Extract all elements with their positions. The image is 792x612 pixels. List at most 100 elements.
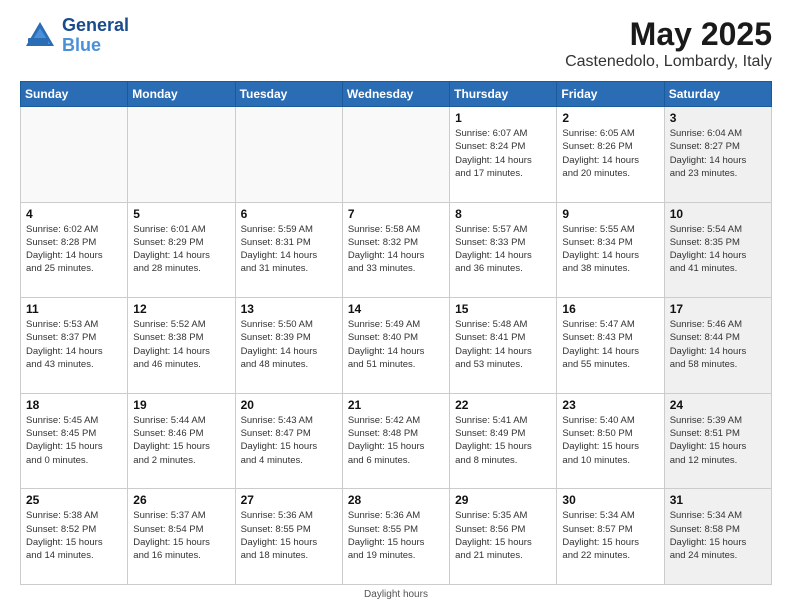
day-number: 21 [348, 398, 444, 412]
day-info: Sunrise: 6:07 AM Sunset: 8:24 PM Dayligh… [455, 127, 551, 180]
day-number: 1 [455, 111, 551, 125]
day-number: 12 [133, 302, 229, 316]
location-title: Castenedolo, Lombardy, Italy [565, 53, 772, 71]
calendar-cell: 3Sunrise: 6:04 AM Sunset: 8:27 PM Daylig… [664, 107, 771, 203]
day-info: Sunrise: 5:42 AM Sunset: 8:48 PM Dayligh… [348, 414, 444, 467]
day-info: Sunrise: 5:47 AM Sunset: 8:43 PM Dayligh… [562, 318, 658, 371]
day-number: 28 [348, 493, 444, 507]
title-block: May 2025 Castenedolo, Lombardy, Italy [565, 16, 772, 71]
day-number: 18 [26, 398, 122, 412]
day-info: Sunrise: 5:41 AM Sunset: 8:49 PM Dayligh… [455, 414, 551, 467]
day-info: Sunrise: 6:02 AM Sunset: 8:28 PM Dayligh… [26, 223, 122, 276]
day-number: 16 [562, 302, 658, 316]
day-number: 27 [241, 493, 337, 507]
calendar-cell: 17Sunrise: 5:46 AM Sunset: 8:44 PM Dayli… [664, 298, 771, 394]
calendar-cell: 1 Sunrise: 6:07 AM Sunset: 8:24 PM Daylig… [450, 107, 557, 203]
day-number: 2 [562, 111, 658, 125]
calendar-cell: 26 Sunrise: 5:37 AM Sunset: 8:54 PM Dayli… [128, 489, 235, 585]
day-number: 20 [241, 398, 337, 412]
calendar-cell [128, 107, 235, 203]
calendar-cell: 12Sunrise: 5:52 AM Sunset: 8:38 PM Dayli… [128, 298, 235, 394]
calendar-cell: 29 Sunrise: 5:35 AM Sunset: 8:56 PM Dayli… [450, 489, 557, 585]
day-info: Sunrise: 5:37 AM Sunset: 8:54 PM Dayligh… [133, 509, 229, 562]
week-row-3: 18 Sunrise: 5:45 AM Sunset: 8:45 PM Dayli… [21, 393, 772, 489]
logo-text: General Blue [62, 16, 129, 56]
day-number: 4 [26, 207, 122, 221]
week-row-0: 1 Sunrise: 6:07 AM Sunset: 8:24 PM Daylig… [21, 107, 772, 203]
logo-line1: General [62, 16, 129, 36]
calendar-cell: 19Sunrise: 5:44 AM Sunset: 8:46 PM Dayli… [128, 393, 235, 489]
calendar-cell [342, 107, 449, 203]
calendar-cell: 14 Sunrise: 5:49 AM Sunset: 8:40 PM Dayli… [342, 298, 449, 394]
calendar-cell: 8 Sunrise: 5:57 AM Sunset: 8:33 PM Daylig… [450, 202, 557, 298]
day-header-thursday: Thursday [450, 82, 557, 107]
day-info: Sunrise: 5:49 AM Sunset: 8:40 PM Dayligh… [348, 318, 444, 371]
day-number: 5 [133, 207, 229, 221]
day-number: 26 [133, 493, 229, 507]
day-number: 23 [562, 398, 658, 412]
day-info: Sunrise: 5:54 AM Sunset: 8:35 PM Dayligh… [670, 223, 766, 276]
calendar-cell: 20Sunrise: 5:43 AM Sunset: 8:47 PM Dayli… [235, 393, 342, 489]
day-info: Sunrise: 5:58 AM Sunset: 8:32 PM Dayligh… [348, 223, 444, 276]
day-number: 11 [26, 302, 122, 316]
day-number: 7 [348, 207, 444, 221]
calendar-cell: 23 Sunrise: 5:40 AM Sunset: 8:50 PM Dayli… [557, 393, 664, 489]
day-info: Sunrise: 5:46 AM Sunset: 8:44 PM Dayligh… [670, 318, 766, 371]
day-number: 10 [670, 207, 766, 221]
calendar-header-row: SundayMondayTuesdayWednesdayThursdayFrid… [21, 82, 772, 107]
day-number: 14 [348, 302, 444, 316]
calendar-cell: 5 Sunrise: 6:01 AM Sunset: 8:29 PM Daylig… [128, 202, 235, 298]
calendar-cell: 15Sunrise: 5:48 AM Sunset: 8:41 PM Dayli… [450, 298, 557, 394]
day-number: 9 [562, 207, 658, 221]
day-info: Sunrise: 5:39 AM Sunset: 8:51 PM Dayligh… [670, 414, 766, 467]
calendar-cell: 31 Sunrise: 5:34 AM Sunset: 8:58 PM Dayli… [664, 489, 771, 585]
day-info: Sunrise: 5:35 AM Sunset: 8:56 PM Dayligh… [455, 509, 551, 562]
calendar-cell: 4 Sunrise: 6:02 AM Sunset: 8:28 PM Daylig… [21, 202, 128, 298]
day-info: Sunrise: 6:01 AM Sunset: 8:29 PM Dayligh… [133, 223, 229, 276]
page: General Blue May 2025 Castenedolo, Lomba… [0, 0, 792, 612]
day-info: Sunrise: 6:05 AM Sunset: 8:26 PM Dayligh… [562, 127, 658, 180]
day-number: 29 [455, 493, 551, 507]
calendar-cell: 25 Sunrise: 5:38 AM Sunset: 8:52 PM Dayli… [21, 489, 128, 585]
footer-note: Daylight hours [20, 589, 772, 600]
day-info: Sunrise: 5:59 AM Sunset: 8:31 PM Dayligh… [241, 223, 337, 276]
day-info: Sunrise: 5:36 AM Sunset: 8:55 PM Dayligh… [348, 509, 444, 562]
day-info: Sunrise: 5:38 AM Sunset: 8:52 PM Dayligh… [26, 509, 122, 562]
calendar-cell: 2 Sunrise: 6:05 AM Sunset: 8:26 PM Daylig… [557, 107, 664, 203]
calendar-cell: 7 Sunrise: 5:58 AM Sunset: 8:32 PM Daylig… [342, 202, 449, 298]
calendar-cell: 21 Sunrise: 5:42 AM Sunset: 8:48 PM Dayli… [342, 393, 449, 489]
day-number: 25 [26, 493, 122, 507]
calendar-cell [235, 107, 342, 203]
header: General Blue May 2025 Castenedolo, Lomba… [20, 16, 772, 71]
day-header-friday: Friday [557, 82, 664, 107]
calendar-cell: 9Sunrise: 5:55 AM Sunset: 8:34 PM Daylig… [557, 202, 664, 298]
day-info: Sunrise: 5:34 AM Sunset: 8:57 PM Dayligh… [562, 509, 658, 562]
day-header-tuesday: Tuesday [235, 82, 342, 107]
day-number: 24 [670, 398, 766, 412]
week-row-4: 25 Sunrise: 5:38 AM Sunset: 8:52 PM Dayli… [21, 489, 772, 585]
calendar: SundayMondayTuesdayWednesdayThursdayFrid… [20, 81, 772, 585]
day-header-monday: Monday [128, 82, 235, 107]
calendar-cell: 28 Sunrise: 5:36 AM Sunset: 8:55 PM Dayli… [342, 489, 449, 585]
day-number: 19 [133, 398, 229, 412]
logo-line2: Blue [62, 36, 129, 56]
month-title: May 2025 [565, 16, 772, 53]
day-info: Sunrise: 5:40 AM Sunset: 8:50 PM Dayligh… [562, 414, 658, 467]
calendar-cell [21, 107, 128, 203]
calendar-cell: 11Sunrise: 5:53 AM Sunset: 8:37 PM Dayli… [21, 298, 128, 394]
calendar-cell: 24 Sunrise: 5:39 AM Sunset: 8:51 PM Dayli… [664, 393, 771, 489]
calendar-cell: 10 Sunrise: 5:54 AM Sunset: 8:35 PM Dayli… [664, 202, 771, 298]
day-info: Sunrise: 5:36 AM Sunset: 8:55 PM Dayligh… [241, 509, 337, 562]
day-info: Sunrise: 5:34 AM Sunset: 8:58 PM Dayligh… [670, 509, 766, 562]
day-number: 31 [670, 493, 766, 507]
day-number: 22 [455, 398, 551, 412]
day-info: Sunrise: 5:57 AM Sunset: 8:33 PM Dayligh… [455, 223, 551, 276]
calendar-cell: 27 Sunrise: 5:36 AM Sunset: 8:55 PM Dayli… [235, 489, 342, 585]
logo: General Blue [20, 16, 129, 56]
calendar-cell: 13Sunrise: 5:50 AM Sunset: 8:39 PM Dayli… [235, 298, 342, 394]
day-info: Sunrise: 5:45 AM Sunset: 8:45 PM Dayligh… [26, 414, 122, 467]
calendar-cell: 22 Sunrise: 5:41 AM Sunset: 8:49 PM Dayli… [450, 393, 557, 489]
day-number: 8 [455, 207, 551, 221]
calendar-cell: 18 Sunrise: 5:45 AM Sunset: 8:45 PM Dayli… [21, 393, 128, 489]
week-row-1: 4 Sunrise: 6:02 AM Sunset: 8:28 PM Daylig… [21, 202, 772, 298]
